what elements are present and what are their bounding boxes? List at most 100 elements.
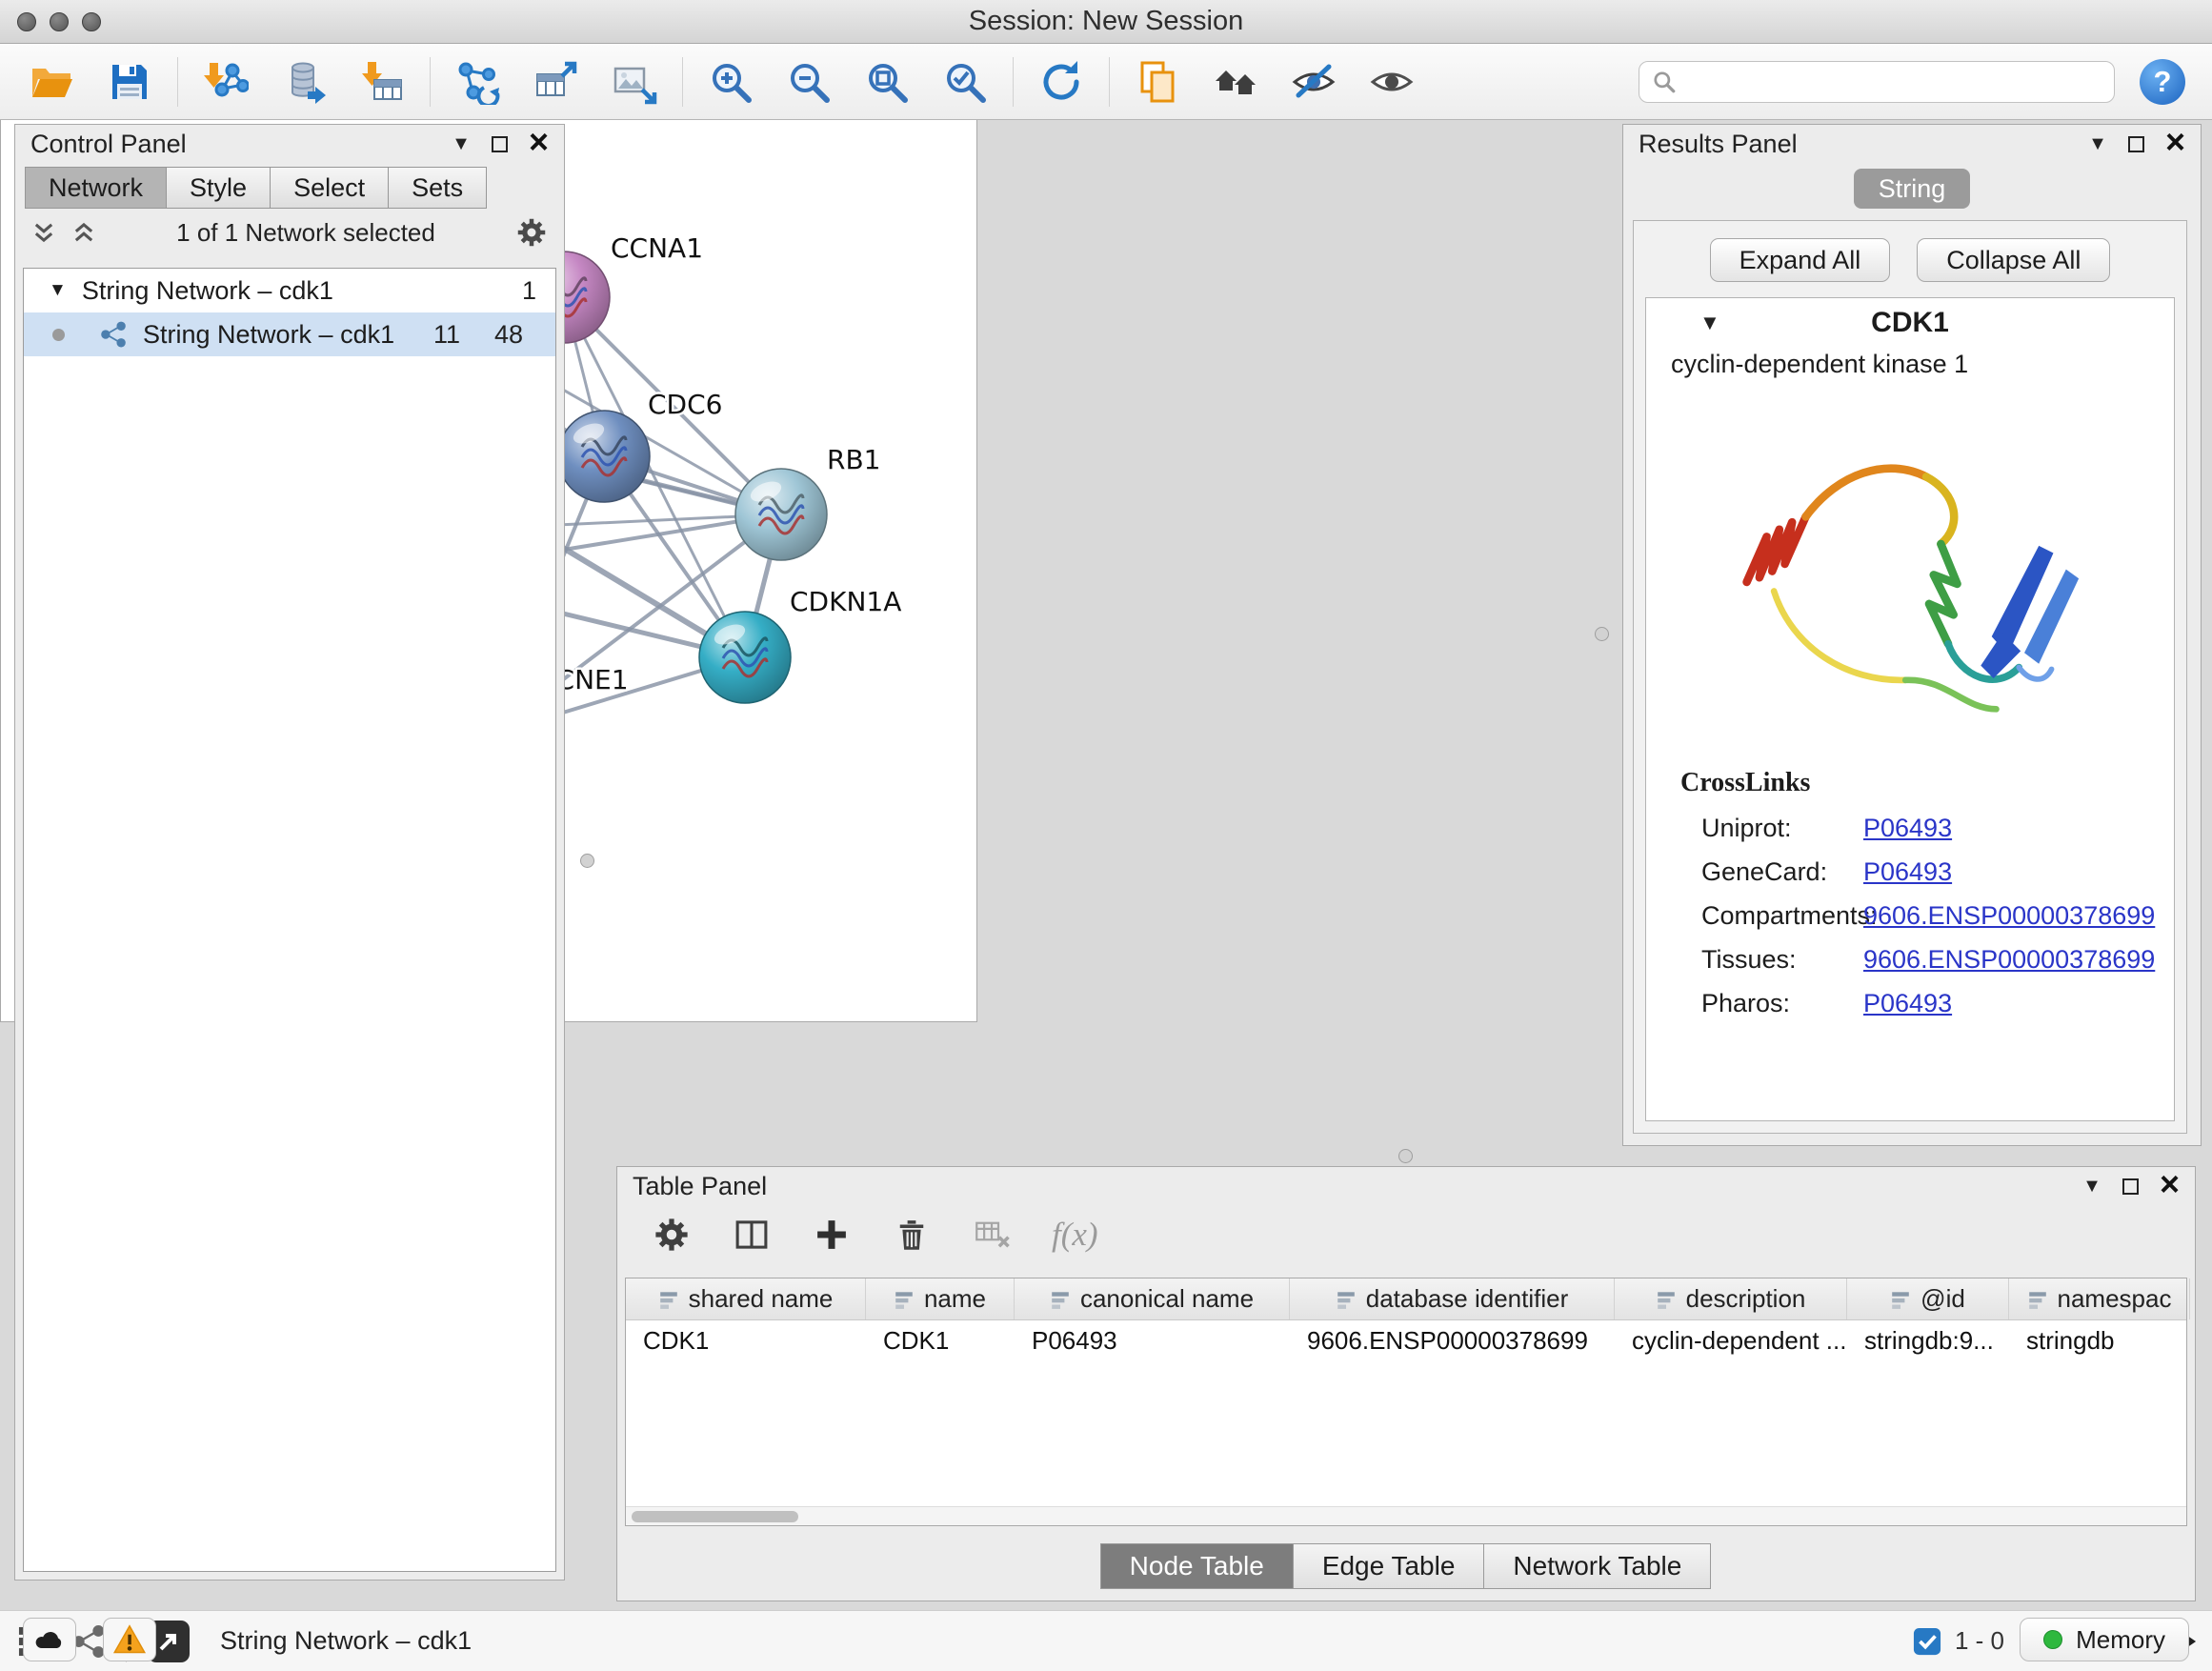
crosslink-link[interactable]: 9606.ENSP00000378699 — [1863, 901, 2155, 931]
column-header[interactable]: database identifier — [1290, 1278, 1615, 1319]
expand-all-networks-icon[interactable] — [30, 219, 57, 246]
close-panel-icon[interactable]: × — [2160, 1167, 2180, 1201]
zoom-selected-icon[interactable] — [940, 57, 990, 107]
float-panel-icon[interactable] — [2128, 136, 2144, 152]
close-panel-icon[interactable]: × — [529, 125, 549, 159]
import-network-database-icon[interactable] — [279, 57, 329, 107]
gene-name: CDK1 — [1646, 307, 2174, 339]
float-panel-icon[interactable] — [2122, 1178, 2139, 1195]
import-network-file-icon[interactable] — [201, 57, 251, 107]
column-header[interactable]: shared name — [626, 1278, 866, 1319]
splitter-handle[interactable] — [580, 854, 594, 868]
crosslink-label: Compartments: — [1680, 901, 1863, 931]
search-input[interactable] — [1639, 61, 2115, 103]
splitter-handle[interactable] — [1398, 1149, 1413, 1163]
network-options-gear-icon[interactable] — [514, 215, 549, 250]
tree-expander-icon[interactable]: ▼ — [49, 280, 67, 301]
tab-network-table[interactable]: Network Table — [1483, 1543, 1711, 1589]
help-icon[interactable]: ? — [2140, 59, 2185, 105]
crosslink-row: Pharos: P06493 — [1680, 981, 2174, 1025]
expand-all-button[interactable]: Expand All — [1710, 238, 1891, 282]
zoom-out-icon[interactable] — [784, 57, 834, 107]
table-cell[interactable]: CDK1 — [626, 1320, 866, 1362]
network-node-RB1[interactable] — [735, 469, 827, 560]
column-header[interactable]: canonical name — [1015, 1278, 1290, 1319]
column-header[interactable]: namespac — [2009, 1278, 2190, 1319]
results-panel: Results Panel ▼ × String Expand All Coll… — [1622, 124, 2202, 1146]
warning-icon — [112, 1622, 147, 1657]
close-panel-icon[interactable]: × — [2165, 125, 2185, 159]
tab-network[interactable]: Network — [25, 167, 167, 209]
collapse-all-networks-icon[interactable] — [70, 219, 97, 246]
column-header[interactable]: description — [1615, 1278, 1847, 1319]
network-collection-row[interactable]: ▼ String Network – cdk1 1 — [24, 269, 555, 312]
hide-selected-eye-icon[interactable] — [1289, 57, 1338, 107]
table-cell[interactable]: stringdb — [2009, 1320, 2190, 1362]
collapse-panel-icon[interactable]: ▼ — [452, 134, 471, 153]
cloud-status-button[interactable] — [23, 1618, 76, 1661]
show-columns-icon[interactable] — [732, 1215, 772, 1255]
delete-column-trash-icon[interactable] — [892, 1215, 932, 1255]
column-icon — [1656, 1289, 1677, 1310]
table-cell[interactable]: CDK1 — [866, 1320, 1015, 1362]
zoom-fit-icon[interactable] — [862, 57, 912, 107]
tab-style[interactable]: Style — [166, 167, 271, 209]
network-share-icon — [99, 320, 128, 349]
memory-status-dot — [2043, 1630, 2062, 1649]
refresh-layout-icon[interactable] — [1036, 57, 1086, 107]
crosslink-label: GeneCard: — [1680, 857, 1863, 887]
table-row[interactable]: CDK1 CDK1 P06493 9606.ENSP00000378699 cy… — [626, 1320, 2186, 1362]
collapse-all-button[interactable]: Collapse All — [1917, 238, 2110, 282]
network-from-table-icon[interactable] — [532, 57, 581, 107]
network-selection-status: 1 of 1 Network selected — [176, 218, 435, 248]
tab-sets[interactable]: Sets — [388, 167, 487, 209]
tab-select[interactable]: Select — [270, 167, 389, 209]
add-column-icon[interactable] — [812, 1215, 852, 1255]
node-table: shared name name canonical name database… — [625, 1278, 2187, 1526]
scrollbar-thumb[interactable] — [632, 1511, 798, 1522]
network-node-CDC6[interactable] — [558, 411, 650, 502]
collapse-panel-icon[interactable]: ▼ — [2088, 134, 2107, 153]
tab-string[interactable]: String — [1854, 169, 1971, 209]
table-cell[interactable]: stringdb:9... — [1847, 1320, 2009, 1362]
table-cell[interactable]: 9606.ENSP00000378699 — [1290, 1320, 1615, 1362]
table-cell[interactable]: P06493 — [1015, 1320, 1290, 1362]
new-network-icon[interactable] — [453, 57, 503, 107]
memory-button[interactable]: Memory — [2020, 1618, 2189, 1661]
horizontal-scrollbar[interactable] — [626, 1506, 2186, 1525]
table-panel-title: Table Panel — [633, 1172, 767, 1201]
window-title: Session: New Session — [0, 6, 2212, 37]
crosslink-link[interactable]: 9606.ENSP00000378699 — [1863, 945, 2155, 975]
crosslink-link[interactable]: P06493 — [1863, 814, 1952, 843]
show-all-eye-icon[interactable] — [1367, 57, 1417, 107]
section-expander-icon[interactable]: ▼ — [1699, 312, 1720, 333]
zoom-in-icon[interactable] — [706, 57, 755, 107]
node-label-CCNA1: CCNA1 — [611, 232, 703, 264]
tab-edge-table[interactable]: Edge Table — [1293, 1543, 1485, 1589]
open-file-icon[interactable] — [27, 57, 76, 107]
tab-node-table[interactable]: Node Table — [1100, 1543, 1294, 1589]
splitter-handle[interactable] — [1595, 627, 1609, 641]
import-table-file-icon[interactable] — [357, 57, 407, 107]
crosslink-link[interactable]: P06493 — [1863, 857, 1952, 887]
column-header[interactable]: name — [866, 1278, 1015, 1319]
column-header[interactable]: @id — [1847, 1278, 2009, 1319]
network-current-dot — [52, 329, 65, 341]
network-node-CDKN1A[interactable] — [699, 612, 791, 703]
gene-section-header[interactable]: ▼ CDK1 — [1646, 298, 2174, 348]
network-row-selected[interactable]: String Network – cdk1 11 48 — [24, 312, 555, 356]
table-cell[interactable]: cyclin-dependent ... — [1615, 1320, 1847, 1362]
collapse-panel-icon[interactable]: ▼ — [2082, 1177, 2101, 1196]
table-options-gear-icon[interactable] — [652, 1215, 692, 1255]
copy-icon[interactable] — [1133, 57, 1182, 107]
results-panel-title: Results Panel — [1639, 130, 1798, 159]
crosslink-link[interactable]: P06493 — [1863, 989, 1952, 1018]
save-session-icon[interactable] — [105, 57, 154, 107]
warning-status-button[interactable] — [103, 1618, 156, 1661]
birdseye-home-icon[interactable] — [1211, 57, 1260, 107]
float-panel-icon[interactable] — [492, 136, 508, 152]
table-tabs: Node Table Edge Table Network Table — [617, 1543, 2195, 1589]
export-image-icon[interactable] — [610, 57, 659, 107]
delete-table-icon — [972, 1215, 1012, 1255]
crosslinks-title: CrossLinks — [1680, 768, 2174, 798]
